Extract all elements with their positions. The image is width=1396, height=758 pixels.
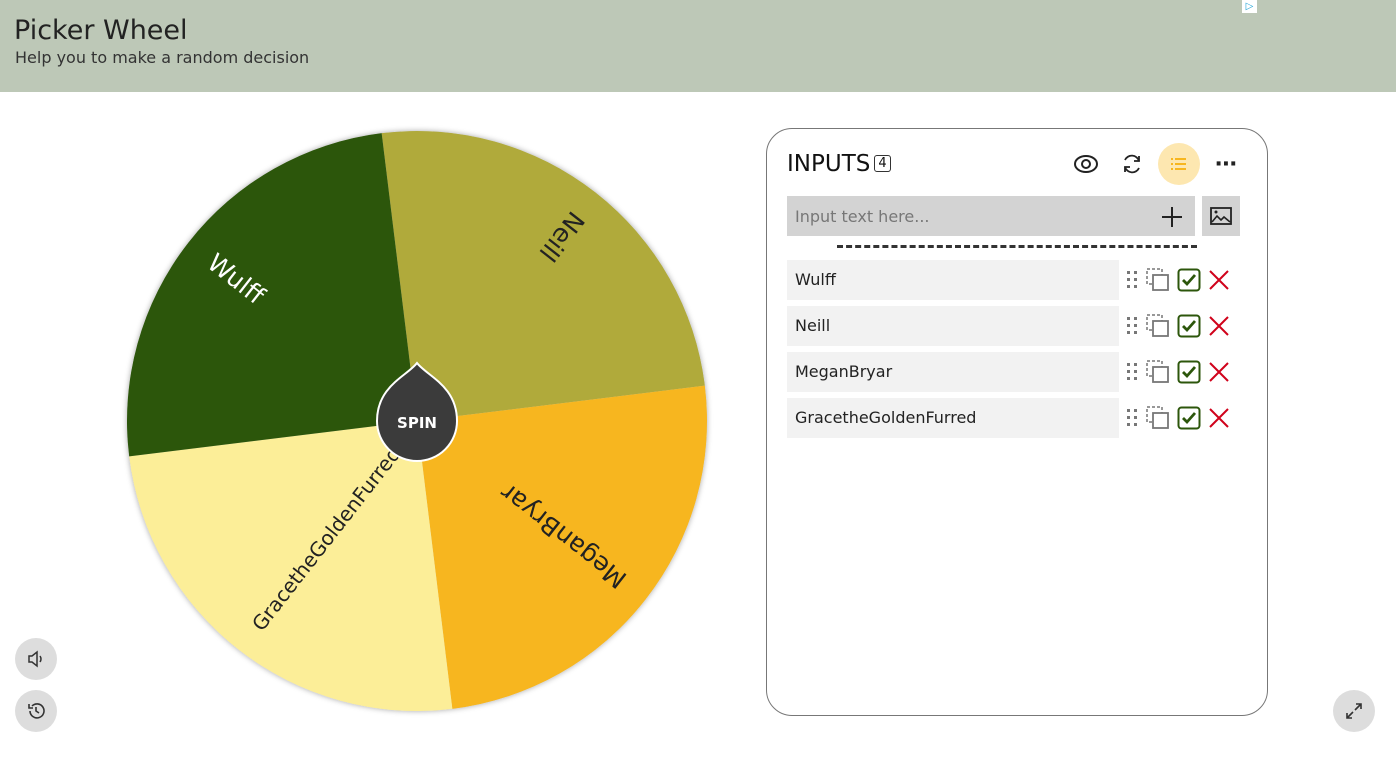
duplicate-icon[interactable] xyxy=(1145,359,1171,385)
add-icon[interactable] xyxy=(1157,202,1187,232)
image-icon xyxy=(1210,207,1232,225)
duplicate-icon[interactable] xyxy=(1145,405,1171,431)
delete-icon[interactable] xyxy=(1207,268,1231,292)
duplicate-icon[interactable] xyxy=(1145,313,1171,339)
input-item[interactable]: MeganBryar xyxy=(787,352,1119,392)
app-title: Picker Wheel xyxy=(14,15,188,46)
checkbox-checked-icon[interactable] xyxy=(1177,360,1201,384)
history-button[interactable] xyxy=(15,690,57,732)
delete-icon[interactable] xyxy=(1207,314,1231,338)
fullscreen-button[interactable] xyxy=(1333,690,1375,732)
inputs-count: 4 xyxy=(874,155,891,172)
list-icon xyxy=(1171,158,1186,170)
list-view-button[interactable] xyxy=(1158,143,1200,185)
refresh-icon xyxy=(1124,154,1140,174)
drag-handle-icon[interactable] xyxy=(1125,407,1139,429)
history-icon xyxy=(28,703,45,719)
checkbox-checked-icon[interactable] xyxy=(1177,268,1201,292)
checkbox-checked-icon[interactable] xyxy=(1177,314,1201,338)
ad-choices-icon[interactable]: ▷ xyxy=(1242,0,1257,13)
header: Picker Wheel Help you to make a random d… xyxy=(0,0,1396,92)
checkbox-checked-icon[interactable] xyxy=(1177,406,1201,430)
drag-handle-icon[interactable] xyxy=(1125,315,1139,337)
sound-button[interactable] xyxy=(15,638,57,680)
input-item[interactable]: Wulff xyxy=(787,260,1119,300)
delete-icon[interactable] xyxy=(1207,406,1231,430)
input-item[interactable]: Neill xyxy=(787,306,1119,346)
delete-icon[interactable] xyxy=(1207,360,1231,384)
app-subtitle: Help you to make a random decision xyxy=(15,48,310,67)
wheel-segment xyxy=(127,133,417,457)
eye-icon xyxy=(1074,155,1098,173)
inputs-title: INPUTS 4 xyxy=(787,151,891,177)
input-text-field[interactable] xyxy=(787,196,1195,236)
inputs-title-text: INPUTS xyxy=(787,151,871,177)
picker-wheel[interactable]: NeillMeganBryarGracetheGoldenFurredWulff… xyxy=(117,121,717,721)
input-item[interactable]: GracetheGoldenFurred xyxy=(787,398,1119,438)
duplicate-icon[interactable] xyxy=(1145,267,1171,293)
hide-button[interactable] xyxy=(1065,143,1107,185)
inputs-panel: INPUTS4 ⋯ Wulff Neill MeganBryar Graceth… xyxy=(766,128,1268,716)
expand-icon xyxy=(1346,703,1362,719)
more-button[interactable]: ⋯ xyxy=(1205,143,1247,185)
speaker-icon xyxy=(28,650,42,668)
spin-label: SPIN xyxy=(397,414,437,432)
divider xyxy=(837,245,1197,248)
more-icon: ⋯ xyxy=(1215,151,1237,177)
add-image-button[interactable] xyxy=(1202,196,1240,236)
drag-handle-icon[interactable] xyxy=(1125,269,1139,291)
shuffle-button[interactable] xyxy=(1111,143,1153,185)
drag-handle-icon[interactable] xyxy=(1125,361,1139,383)
